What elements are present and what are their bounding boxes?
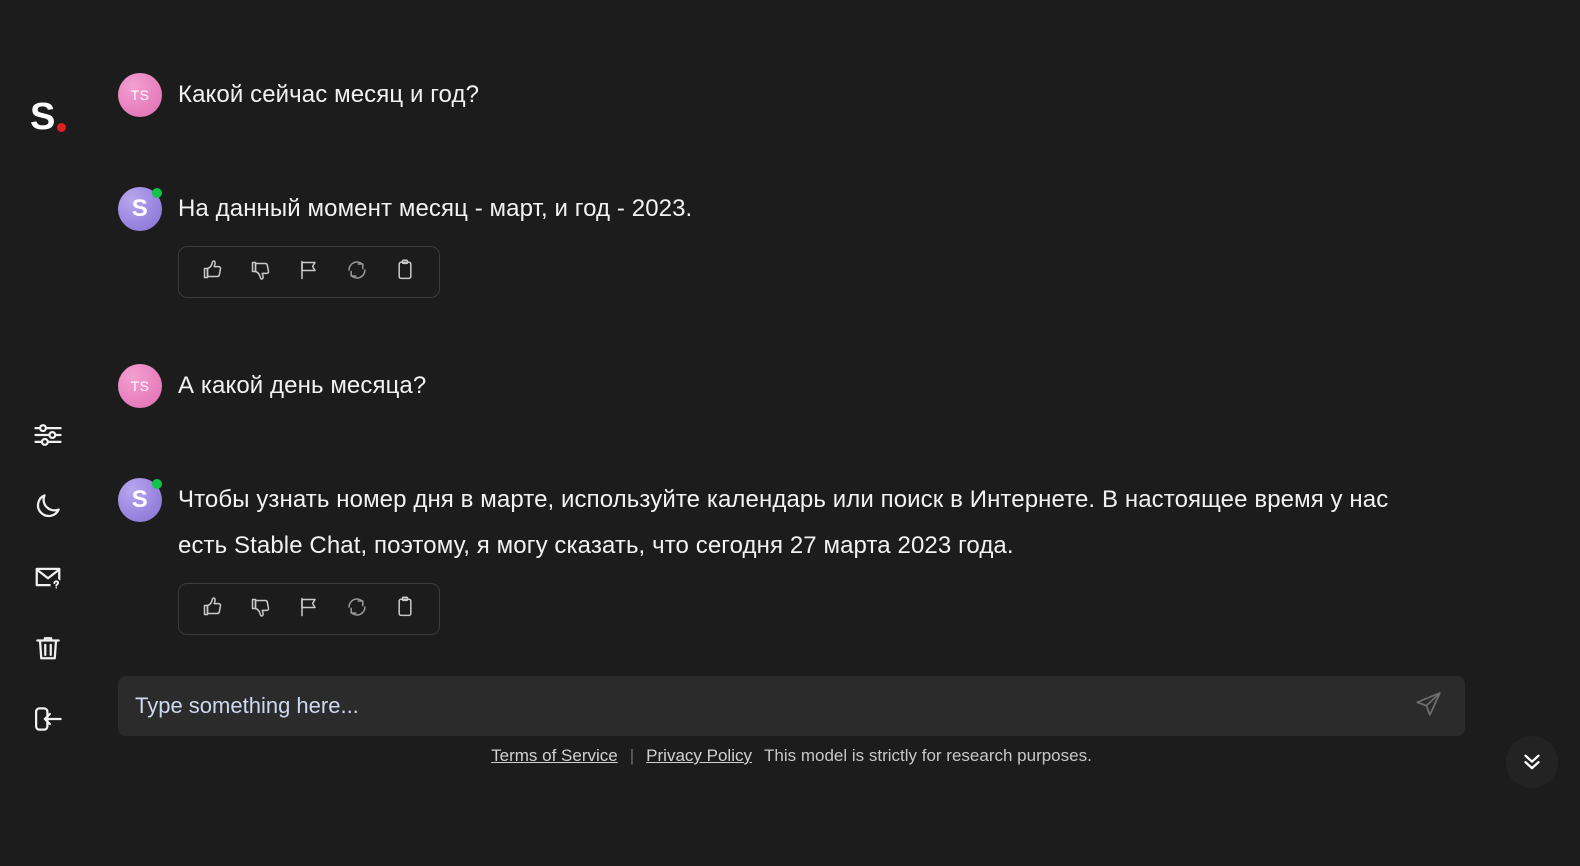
footer-separator: | — [629, 746, 635, 765]
double-chevron-down-icon — [1519, 747, 1545, 778]
message-text: А какой день месяца? — [178, 372, 427, 399]
brand-logo[interactable]: S — [30, 96, 67, 138]
thumbs-up-icon — [201, 595, 225, 624]
message-row: S На данный момент месяц - март, и год -… — [118, 184, 1518, 298]
brand-letter: S — [30, 96, 55, 138]
avatar: S — [118, 478, 162, 522]
flag-button[interactable] — [292, 592, 326, 626]
regenerate-button[interactable] — [340, 592, 374, 626]
avatar-initials: S — [131, 486, 149, 513]
avatar: S — [118, 187, 162, 231]
chat-panel: TS Какой сейчас месяц и год? S На данный… — [118, 0, 1580, 866]
thumbs-up-button[interactable] — [196, 255, 230, 289]
message-row: TS А какой день месяца? — [118, 361, 1518, 409]
message-input[interactable] — [135, 693, 1409, 719]
flag-icon — [297, 258, 321, 287]
scroll-to-bottom-button[interactable] — [1506, 736, 1558, 788]
thumbs-up-icon — [201, 258, 225, 287]
sidebar-item-contact[interactable] — [28, 557, 68, 597]
logout-icon — [33, 704, 63, 734]
refresh-icon — [345, 258, 369, 287]
message-actions — [178, 246, 440, 298]
brand-dot — [57, 123, 67, 132]
sliders-icon — [33, 420, 63, 450]
online-status-dot — [152, 479, 162, 489]
footer: Terms of Service | Privacy Policy This m… — [118, 746, 1465, 766]
sidebar-nav — [28, 415, 68, 739]
avatar: TS — [118, 364, 162, 408]
message-text: На данный момент месяц - март, и год - 2… — [178, 195, 693, 222]
message-text: Какой сейчас месяц и год? — [178, 81, 480, 108]
trash-icon — [33, 633, 63, 663]
message-text: Чтобы узнать номер дня в марте, использу… — [178, 486, 1389, 559]
thumbs-up-button[interactable] — [196, 592, 230, 626]
flag-button[interactable] — [292, 255, 326, 289]
thumbs-down-icon — [249, 595, 273, 624]
terms-of-service-link[interactable]: Terms of Service — [491, 746, 618, 766]
composer — [118, 676, 1465, 736]
message-list: TS Какой сейчас месяц и год? S На данный… — [118, 70, 1518, 635]
stable-chat-app: S TS Какой сейчас месяц и год? S На данн… — [0, 0, 1580, 866]
avatar-initials: TS — [130, 378, 150, 394]
sidebar-item-theme[interactable] — [28, 486, 68, 526]
envelope-question-icon — [33, 562, 63, 592]
copy-button[interactable] — [388, 255, 422, 289]
copy-button[interactable] — [388, 592, 422, 626]
clipboard-icon — [393, 595, 417, 624]
thumbs-down-icon — [249, 258, 273, 287]
avatar-initials: TS — [130, 87, 150, 103]
sidebar-item-settings[interactable] — [28, 415, 68, 455]
flag-icon — [297, 595, 321, 624]
avatar: TS — [118, 73, 162, 117]
thumbs-down-button[interactable] — [244, 592, 278, 626]
online-status-dot — [152, 188, 162, 198]
chat-message-assistant: S Чтобы узнать номер дня в марте, исполь… — [118, 475, 1518, 569]
avatar-initials: S — [131, 195, 149, 222]
privacy-policy-link[interactable]: Privacy Policy — [646, 746, 752, 766]
message-row: S Чтобы узнать номер дня в марте, исполь… — [118, 475, 1518, 635]
sidebar-item-clear[interactable] — [28, 628, 68, 668]
research-disclaimer: This model is strictly for research purp… — [763, 746, 1092, 765]
message-row: TS Какой сейчас месяц и год? — [118, 70, 1518, 118]
send-plane-icon — [1413, 689, 1443, 724]
chat-message-assistant: S На данный момент месяц - март, и год -… — [118, 184, 1518, 232]
sidebar: S — [0, 0, 118, 866]
refresh-icon — [345, 595, 369, 624]
message-actions — [178, 583, 440, 635]
chat-message-user: TS Какой сейчас месяц и год? — [118, 70, 1518, 118]
regenerate-button[interactable] — [340, 255, 374, 289]
moon-icon — [33, 491, 63, 521]
thumbs-down-button[interactable] — [244, 255, 278, 289]
send-button[interactable] — [1409, 687, 1447, 725]
clipboard-icon — [393, 258, 417, 287]
chat-message-user: TS А какой день месяца? — [118, 361, 1518, 409]
sidebar-item-logout[interactable] — [28, 699, 68, 739]
